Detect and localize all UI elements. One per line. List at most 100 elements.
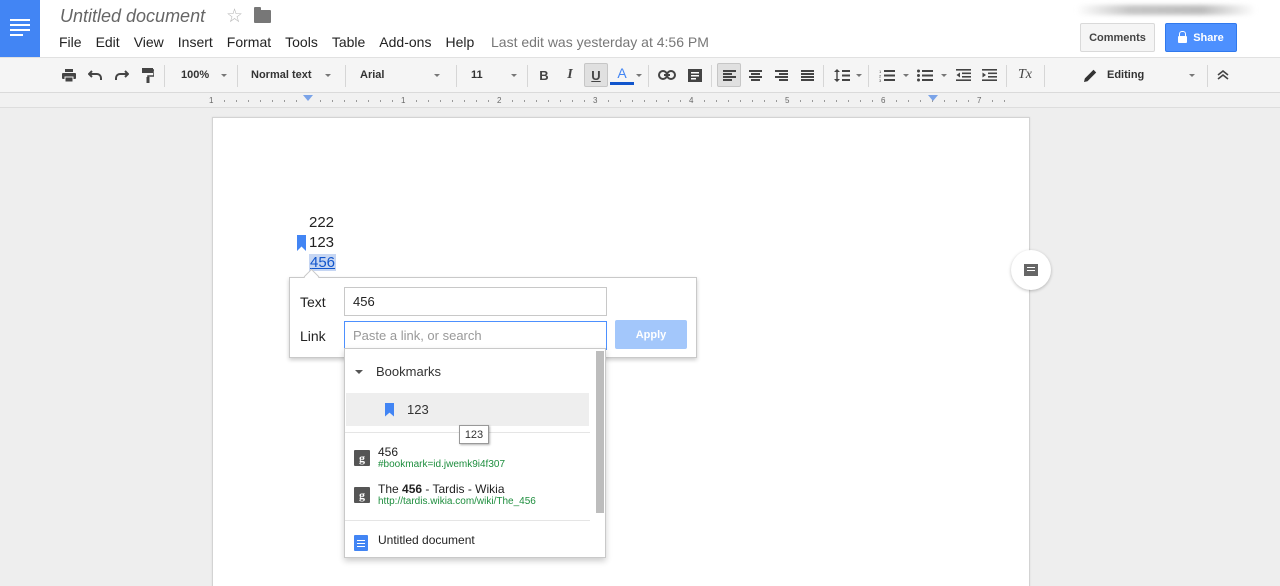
ruler-tick	[944, 100, 945, 102]
ruler-number: 5	[785, 96, 790, 105]
ruler-tick	[488, 100, 489, 102]
menu-addons[interactable]: Add-ons	[372, 33, 438, 51]
document-suggestion-label: Untitled document	[378, 533, 475, 547]
paint-format-icon[interactable]	[136, 63, 160, 87]
ruler-tick	[332, 100, 333, 102]
last-edit-status[interactable]: Last edit was yesterday at 4:56 PM	[491, 34, 709, 50]
ruler-tick	[272, 100, 273, 102]
ruler-tick	[860, 100, 861, 102]
ruler-tick	[524, 100, 525, 102]
ruler-tick	[992, 100, 993, 102]
ruler-tick	[824, 100, 825, 102]
font-size-select[interactable]: 11	[471, 62, 483, 88]
ruler-tick	[344, 100, 345, 102]
align-right-icon[interactable]	[769, 63, 793, 87]
ruler-tick	[584, 100, 585, 102]
menu-view[interactable]: View	[127, 33, 171, 51]
menu-help[interactable]: Help	[438, 33, 481, 51]
menu-insert[interactable]: Insert	[171, 33, 220, 51]
chevron-down-icon	[1189, 74, 1195, 77]
ruler-tick	[764, 100, 765, 102]
ruler-tick	[392, 100, 393, 102]
folder-icon[interactable]	[254, 7, 271, 23]
bookmarks-section-toggle[interactable]: Bookmarks	[355, 364, 441, 379]
zoom-select[interactable]: 100%	[181, 62, 209, 88]
editing-mode-select[interactable]: Editing	[1107, 62, 1144, 88]
font-select[interactable]: Arial	[360, 62, 384, 88]
chevron-down-icon	[434, 74, 440, 77]
docs-logo-icon[interactable]	[0, 0, 40, 57]
ruler-tick	[428, 100, 429, 102]
ruler[interactable]: 1 1 2 3 4 5 6 7	[0, 93, 1280, 108]
ruler-tick	[224, 100, 225, 102]
menu-tools[interactable]: Tools	[278, 33, 325, 51]
collapse-toolbar-icon[interactable]	[1211, 63, 1235, 87]
ruler-tick	[380, 100, 381, 102]
result-title: 456	[378, 445, 399, 459]
undo-icon[interactable]	[83, 63, 107, 87]
document-line[interactable]: 222	[309, 213, 334, 233]
text-input[interactable]: 456	[344, 287, 607, 316]
chevron-down-icon	[511, 74, 517, 77]
align-left-icon[interactable]	[717, 63, 741, 87]
share-button[interactable]: Share	[1165, 23, 1237, 52]
add-comment-button[interactable]	[1011, 250, 1051, 290]
account-name-blurred	[1076, 5, 1256, 15]
text-label: Text	[300, 294, 326, 310]
svg-text:3: 3	[879, 78, 882, 82]
app-header: Untitled document ☆ File Edit View Inser…	[0, 0, 1280, 57]
document-line[interactable]: 123	[309, 233, 334, 253]
right-indent-marker[interactable]	[928, 95, 938, 101]
increase-indent-icon[interactable]	[977, 63, 1001, 87]
insert-comment-icon[interactable]	[683, 63, 707, 87]
scrollbar[interactable]	[596, 351, 604, 513]
bold-button[interactable]: B	[532, 63, 556, 87]
ruler-tick	[512, 100, 513, 102]
underline-button[interactable]: U	[584, 63, 608, 87]
style-select[interactable]: Normal text	[251, 62, 312, 88]
result-url: #bookmark=id.jwemk9i4f307	[378, 459, 506, 470]
bulleted-list-icon[interactable]	[913, 63, 937, 87]
apply-button[interactable]: Apply	[615, 320, 687, 349]
ruler-tick	[464, 100, 465, 102]
italic-button[interactable]: I	[558, 63, 582, 87]
ruler-tick	[680, 100, 681, 102]
menu-bar: File Edit View Insert Format Tools Table…	[52, 33, 481, 51]
ruler-number: 1	[401, 96, 406, 105]
ruler-tick	[920, 100, 921, 102]
star-icon[interactable]: ☆	[226, 5, 243, 28]
ruler-tick	[848, 100, 849, 102]
menu-edit[interactable]: Edit	[89, 33, 127, 51]
link-icon[interactable]	[655, 63, 679, 87]
redo-icon[interactable]	[109, 63, 133, 87]
bookmark-suggestion[interactable]: 123	[346, 393, 589, 426]
bookmark-suggestion-label: 123	[407, 402, 429, 417]
line-spacing-icon[interactable]	[830, 63, 854, 87]
decrease-indent-icon[interactable]	[951, 63, 975, 87]
link-label: Link	[300, 328, 326, 344]
selected-text[interactable]: 456	[309, 254, 337, 271]
link-input[interactable]	[344, 321, 607, 350]
menu-table[interactable]: Table	[325, 33, 372, 51]
clear-formatting-button[interactable]: Tx	[1013, 63, 1037, 87]
bookmark-icon[interactable]	[297, 235, 306, 251]
ruler-tick	[716, 100, 717, 102]
ruler-tick	[752, 100, 753, 102]
left-indent-marker[interactable]	[303, 95, 313, 101]
ruler-tick	[572, 100, 573, 102]
text-color-button[interactable]: A	[610, 63, 634, 85]
numbered-list-icon[interactable]: 123	[875, 63, 899, 87]
menu-format[interactable]: Format	[220, 33, 278, 51]
comments-button[interactable]: Comments	[1080, 23, 1155, 52]
print-icon[interactable]	[57, 63, 81, 87]
result-title: The 456 - Tardis - Wikia	[378, 482, 505, 496]
ruler-tick	[248, 100, 249, 102]
ruler-tick	[956, 100, 957, 102]
justify-icon[interactable]	[795, 63, 819, 87]
ruler-tick	[416, 100, 417, 102]
ruler-tick	[776, 100, 777, 102]
ruler-tick	[800, 100, 801, 102]
document-title[interactable]: Untitled document	[60, 6, 205, 27]
align-center-icon[interactable]	[743, 63, 767, 87]
menu-file[interactable]: File	[52, 33, 89, 51]
